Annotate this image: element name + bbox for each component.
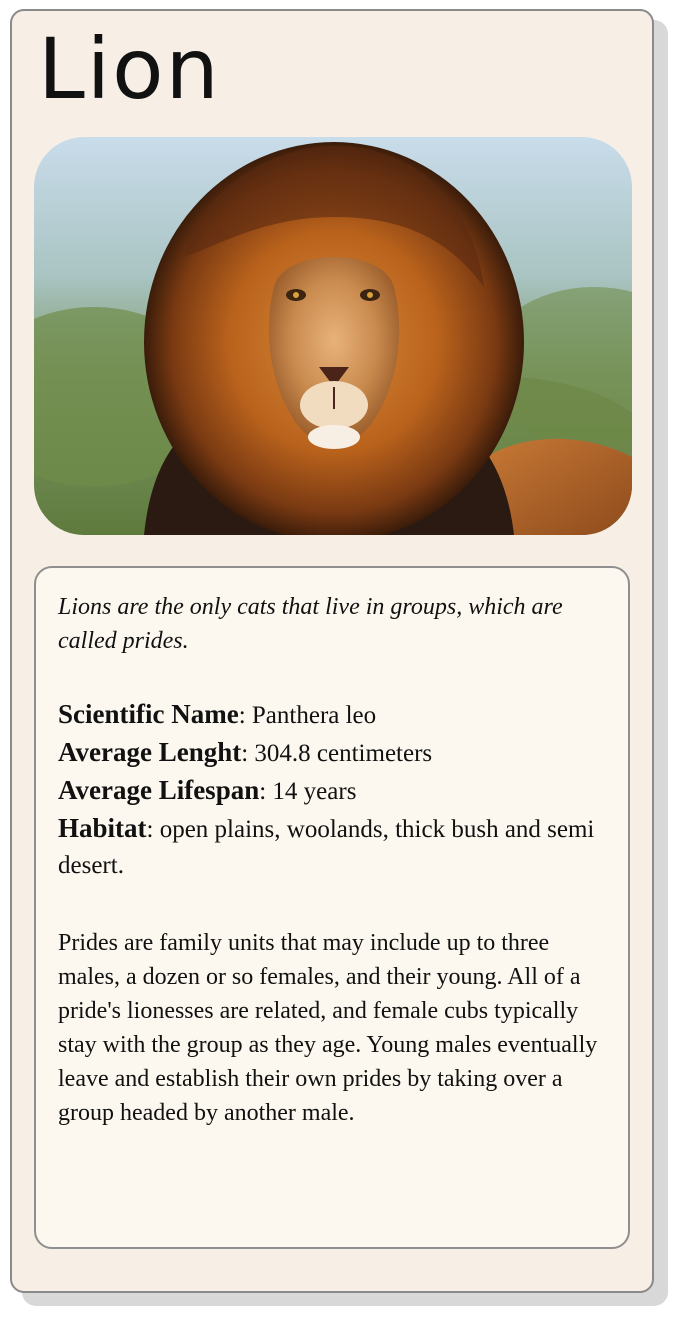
animal-card: Lion Lions are the only cats that live i…	[10, 9, 654, 1293]
info-panel: Lions are the only cats that live in gro…	[34, 566, 630, 1249]
lion-photo	[34, 137, 632, 535]
facts-list: Scientific Name: Panthera leo Average Le…	[58, 696, 606, 884]
description: Prides are family units that may include…	[58, 930, 598, 1126]
fact-value: : 14 years	[259, 778, 357, 805]
fact-value: : 304.8 centimeters	[241, 740, 433, 767]
fact-label: Scientific Name	[58, 699, 239, 729]
fact-label: Habitat	[58, 813, 147, 843]
fact-habitat: Habitat: open plains, woolands, thick bu…	[58, 810, 606, 884]
fact-label: Average Lifespan	[58, 775, 260, 805]
card-title: Lion	[38, 20, 221, 118]
fact-average-length: Average Lenght: 304.8 centimeters	[58, 734, 606, 772]
fact-average-lifespan: Average Lifespan: 14 years	[58, 772, 606, 810]
fact-scientific-name: Scientific Name: Panthera leo	[58, 696, 606, 734]
tagline: Lions are the only cats that live in gro…	[58, 594, 563, 654]
fact-label: Average Lenght	[58, 737, 242, 767]
fact-value: : Panthera leo	[238, 702, 377, 729]
